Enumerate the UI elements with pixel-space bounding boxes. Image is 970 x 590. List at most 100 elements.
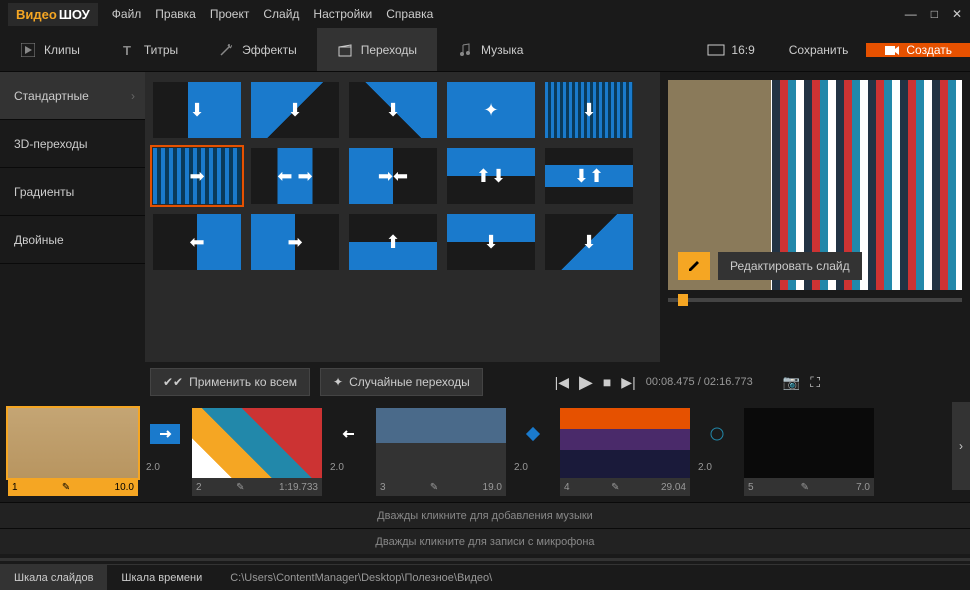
sidebar-item-standard[interactable]: Стандартные › (0, 72, 145, 120)
timeline-scrubber[interactable] (0, 554, 970, 564)
aspect-ratio[interactable]: 16:9 (691, 43, 770, 57)
menu-help[interactable]: Справка (386, 7, 433, 21)
tab-music[interactable]: Музыка (437, 28, 543, 71)
sidebar-label: Двойные (14, 233, 64, 247)
close-icon[interactable]: ✕ (952, 7, 962, 21)
timeline-clip[interactable]: 3✎19.0 (376, 408, 506, 496)
edit-slide-button[interactable]: Редактировать слайд (678, 252, 862, 280)
clip-num: 5 (748, 482, 754, 493)
sidebar-label: Градиенты (14, 185, 74, 199)
transition-thumb[interactable]: ✦ (447, 82, 535, 138)
timeline-transition[interactable]: 2.0 (330, 408, 368, 475)
save-label: Сохранить (789, 43, 849, 57)
arrows-lr-icon: ⬅ ➡ (277, 166, 312, 187)
menu-edit[interactable]: Правка (155, 7, 196, 21)
preview-slider[interactable] (668, 298, 962, 302)
transition-thumb[interactable]: ⬅ ➡ (251, 148, 339, 204)
timeline-clip[interactable]: 1✎10.0 (8, 408, 138, 496)
stop-button[interactable]: ■ (603, 374, 611, 390)
transition-thumb[interactable]: ⬆⬇ (447, 148, 535, 204)
window-controls: — □ ✕ (905, 7, 962, 21)
timeline-transition[interactable]: 2.0 (698, 408, 736, 475)
prev-button[interactable]: |◀ (555, 374, 569, 391)
next-button[interactable]: ▶| (621, 374, 635, 391)
clip-dur: 7.0 (856, 482, 870, 493)
sidebar-item-gradients[interactable]: Градиенты (0, 168, 145, 216)
transition-thumb[interactable]: ⬇⬆ (545, 148, 633, 204)
tab-transitions[interactable]: Переходы (317, 28, 437, 71)
play-button[interactable]: ▶ (579, 372, 593, 393)
tab-clips[interactable]: Клипы (0, 28, 100, 71)
chevron-right-icon: › (959, 439, 963, 453)
tab-time-scale[interactable]: Шкала времени (107, 565, 216, 590)
tab-titles-label: Титры (144, 43, 178, 57)
check-icon: ✔✔ (163, 375, 183, 389)
apply-all-button[interactable]: ✔✔ Применить ко всем (150, 368, 310, 396)
tab-titles[interactable]: T Титры (100, 28, 198, 71)
sidebar-item-double[interactable]: Двойные (0, 216, 145, 264)
snapshot-icon[interactable]: 📷 (783, 374, 800, 391)
pencil-icon[interactable]: ✎ (611, 482, 619, 493)
sidebar-label: Стандартные (14, 89, 89, 103)
sidebar-item-3d[interactable]: 3D-переходы (0, 120, 145, 168)
transition-thumb[interactable]: ➡⬅ (349, 148, 437, 204)
mic-track[interactable]: Дважды кликните для записи с микрофона (0, 528, 970, 554)
monitor-icon (707, 44, 725, 56)
pencil-icon[interactable]: ✎ (62, 482, 70, 493)
menu-project[interactable]: Проект (210, 7, 250, 21)
minimize-icon[interactable]: — (905, 7, 917, 21)
toolbar: Клипы T Титры Эффекты Переходы Музыка 16… (0, 28, 970, 72)
pencil-icon[interactable]: ✎ (236, 482, 244, 493)
transition-thumb[interactable]: ➡ (251, 214, 339, 270)
wand-icon (218, 42, 234, 58)
pencil-icon[interactable]: ✎ (430, 482, 438, 493)
trans-dur: 2.0 (146, 460, 184, 475)
tab-slide-scale[interactable]: Шкала слайдов (0, 565, 107, 590)
text-icon: T (120, 42, 136, 58)
clapper-icon (337, 42, 353, 58)
transition-thumb[interactable]: ⬅ (153, 214, 241, 270)
logo-part1: Видео (16, 7, 57, 22)
svg-text:T: T (123, 43, 131, 57)
timeline-transition[interactable]: 2.0 (146, 408, 184, 475)
fullscreen-icon[interactable]: ⛶ (810, 374, 820, 391)
pencil-icon (678, 252, 710, 280)
music-hint: Дважды кликните для добавления музыки (377, 510, 593, 522)
transition-thumb[interactable]: ⬇ (447, 214, 535, 270)
random-transitions-button[interactable]: ✦ Случайные переходы (320, 368, 483, 396)
transition-thumb[interactable]: ⬇ (349, 82, 437, 138)
transition-thumb[interactable]: ⬇ (153, 82, 241, 138)
clip-dur: 29.04 (661, 482, 686, 493)
pencil-icon[interactable]: ✎ (801, 482, 809, 493)
transition-thumb[interactable]: ⬇ (545, 82, 633, 138)
timeline-clip[interactable]: 2✎1:19.733 (192, 408, 322, 496)
create-button[interactable]: Создать (866, 43, 970, 57)
action-bar: ✔✔ Применить ко всем ✦ Случайные переход… (0, 362, 970, 402)
arrow-down-icon: ⬇ (581, 100, 596, 121)
arrow-right-icon: ➡ (189, 166, 204, 187)
tab-effects[interactable]: Эффекты (198, 28, 317, 71)
timeline-clip[interactable]: 5 ✎ 7.0 (744, 408, 874, 496)
transition-thumb-selected[interactable]: ➡ (153, 148, 241, 204)
main-menu: Файл Правка Проект Слайд Настройки Справ… (112, 7, 434, 21)
timeline-clip[interactable]: 4✎29.04 (560, 408, 690, 496)
menu-slide[interactable]: Слайд (263, 7, 299, 21)
arrows-in-icon: ✦ (483, 100, 498, 121)
slider-thumb[interactable] (678, 294, 688, 306)
arrows-du-icon: ⬇⬆ (574, 166, 604, 187)
transition-thumb[interactable]: ⬇ (251, 82, 339, 138)
save-button[interactable]: Сохранить (771, 43, 867, 57)
scroll-right-button[interactable]: › (952, 402, 970, 490)
music-icon (457, 42, 473, 58)
menu-file[interactable]: Файл (112, 7, 142, 21)
transition-thumb[interactable]: ⬆ (349, 214, 437, 270)
bottom-bar: Шкала слайдов Шкала времени C:\Users\Con… (0, 564, 970, 590)
arrow-up-icon: ⬆ (385, 232, 400, 253)
maximize-icon[interactable]: □ (931, 7, 938, 21)
arrow-diag-icon: ⬇ (581, 232, 596, 253)
transition-thumb[interactable]: ⬇ (545, 214, 633, 270)
menu-settings[interactable]: Настройки (313, 7, 372, 21)
create-label: Создать (906, 43, 952, 57)
music-track[interactable]: Дважды кликните для добавления музыки (0, 502, 970, 528)
timeline-transition[interactable]: 2.0 (514, 408, 552, 475)
